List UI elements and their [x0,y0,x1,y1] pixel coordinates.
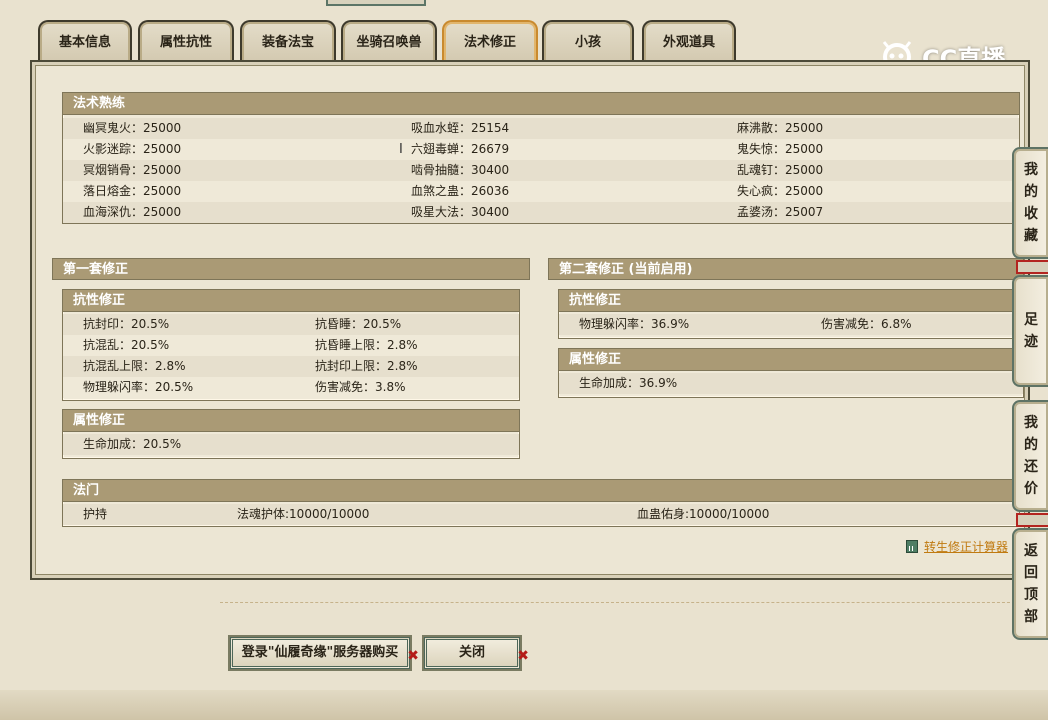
table-row: 火影迷踪：25000 六翅毒蝉：26679 鬼失惊：25000 [63,139,1019,160]
tab-basic-info[interactable]: 基本信息 [38,20,132,62]
school-title: 法门 [63,480,1019,502]
set1-resist-box: 抗性修正 抗封印：20.5% 抗昏睡：20.5% 抗混乱：20.5% 抗昏睡上限… [62,289,520,401]
table-row: 落日熔金：25000 血煞之蛊：26036 失心疯：25000 [63,181,1019,202]
divider [220,602,1020,603]
table-row: 物理躲闪率：20.5% 伤害减免：3.8% [63,377,519,398]
content-panel: 法术熟练 幽冥鬼火：25000 吸血水蛭：25154 麻沸散：25000 火影迷… [30,60,1030,580]
close-mark-icon: ✖ [407,648,419,664]
table-row: 抗混乱上限：2.8% 抗封印上限：2.8% [63,356,519,377]
close-button[interactable]: 关闭 ✖ [422,635,529,671]
table-row: 生命加成：36.9% [559,373,1023,394]
set1-title: 第一套修正 [52,258,530,280]
table-row: 血海深仇：25000 吸星大法：30400 孟婆汤：25007 [63,202,1019,223]
sidebar-divider [1016,260,1048,274]
login-server-buy-button[interactable]: 登录"仙履奇缘"服务器购买 ✖ [228,635,419,671]
table-row: 抗混乱：20.5% 抗昏睡上限：2.8% [63,335,519,356]
school-box: 法门 护持 法魂护体:10000/10000 血蛊佑身:10000/10000 [62,479,1020,527]
set2-title: 第二套修正 (当前启用) [548,258,1024,280]
tab-mounts-pets[interactable]: 坐骑召唤兽 [341,20,437,62]
sidebar-back-to-top[interactable]: 返 回 顶 部 [1012,528,1048,640]
bottom-strip [0,690,1048,720]
spell-mastery-title: 法术熟练 [63,93,1019,115]
set2-resist-box: 抗性修正 物理躲闪率：36.9% 伤害减免：6.8% [558,289,1024,339]
table-row: 幽冥鬼火：25000 吸血水蛭：25154 麻沸散：25000 [63,118,1019,139]
sidebar-footprints[interactable]: 足 迹 [1012,275,1048,387]
top-tab-stub [326,0,426,6]
set2-attr-title: 属性修正 [559,349,1023,371]
table-row: 抗封印：20.5% 抗昏睡：20.5% [63,314,519,335]
set1-attr-title: 属性修正 [63,410,519,432]
close-button-label: 关闭 [458,645,485,660]
table-row: 护持 法魂护体:10000/10000 血蛊佑身:10000/10000 [63,504,1019,525]
table-row: 生命加成：20.5% [63,434,519,455]
calc-link-label: 转生修正计算器 [924,540,1009,554]
set2-resist-title: 抗性修正 [559,290,1023,312]
spell-mastery-box: 法术熟练 幽冥鬼火：25000 吸血水蛭：25154 麻沸散：25000 火影迷… [62,92,1020,224]
text-cursor-icon: I [399,142,403,157]
table-row: 冥烟销骨：25000 啮骨抽髓：30400 乱魂钉：25000 [63,160,1019,181]
tab-children[interactable]: 小孩 [542,20,634,62]
tab-equipment[interactable]: 装备法宝 [240,20,336,62]
sidebar-favorites[interactable]: 我 的 收 藏 [1012,147,1048,259]
set1-resist-title: 抗性修正 [63,290,519,312]
tab-spell-correction[interactable]: 法术修正 [442,20,538,62]
sidebar-divider [1016,513,1048,527]
set2-attr-box: 属性修正 生命加成：36.9% [558,348,1024,398]
login-button-label: 登录"仙履奇缘"服务器购买 [241,645,399,660]
table-row: 物理躲闪率：36.9% 伤害减免：6.8% [559,314,1023,335]
sidebar-my-offers[interactable]: 我 的 还 价 [1012,400,1048,512]
tab-appearance[interactable]: 外观道具 [642,20,736,62]
tab-attributes[interactable]: 属性抗性 [138,20,234,62]
calculator-icon [906,540,918,553]
set1-attr-box: 属性修正 生命加成：20.5% [62,409,520,459]
rebirth-calculator-link[interactable]: 转生修正计算器 [906,538,1008,555]
close-mark-icon: ✖ [517,648,529,664]
